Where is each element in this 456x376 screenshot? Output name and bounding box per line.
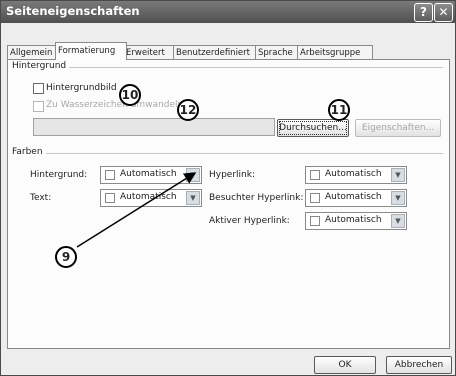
callout-11: 11 bbox=[328, 99, 350, 121]
tab-formatierung[interactable]: Formatierung bbox=[55, 42, 127, 60]
callout-9: 9 bbox=[55, 246, 77, 268]
page-properties-dialog: Seiteneigenschaften ? ✕ Allgemein Format… bbox=[0, 0, 456, 376]
callout-10: 10 bbox=[119, 84, 141, 106]
callout-pointer-line bbox=[76, 172, 197, 248]
callout-12: 12 bbox=[177, 99, 199, 121]
